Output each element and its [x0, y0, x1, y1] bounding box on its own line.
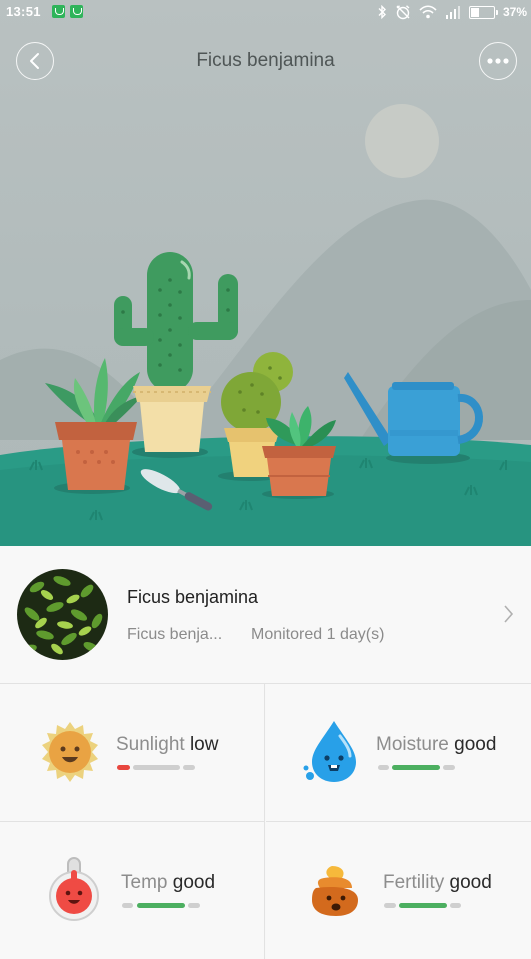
sunlight-name: Sunlight — [116, 734, 185, 755]
moisture-name: Moisture — [376, 734, 449, 755]
battery-level — [470, 7, 479, 17]
notification-icon — [52, 5, 65, 18]
temp-status: good — [172, 872, 216, 893]
fertility-label: Fertility good — [383, 872, 492, 894]
status-bar: 13:51 37% — [0, 0, 531, 24]
sunlight-status: low — [189, 734, 219, 755]
page-title: Ficus benjamina — [196, 50, 335, 71]
temp-metric[interactable]: Temp good — [0, 822, 265, 959]
fertility-status: good — [449, 872, 492, 893]
level-track — [384, 903, 396, 908]
sun-face-icon — [42, 722, 98, 782]
moisture-label: Moisture good — [376, 734, 496, 756]
battery-percent: 37% — [502, 5, 527, 19]
chevron-right-icon — [504, 605, 514, 623]
level-track — [378, 765, 389, 770]
plant-photo — [17, 569, 108, 660]
level-track — [443, 765, 455, 770]
level-track — [183, 765, 195, 770]
status-time: 13:51 — [6, 4, 41, 19]
monitored-duration: Monitored 1 day(s) — [251, 626, 385, 643]
fertility-name: Fertility — [383, 872, 445, 893]
fertilizer-face-icon — [312, 866, 358, 916]
level-track — [133, 765, 180, 770]
temp-label: Temp good — [121, 872, 215, 894]
thermometer-face-icon — [49, 857, 99, 921]
level-track — [450, 903, 461, 908]
plant-latin-name: Ficus benja... — [127, 626, 223, 643]
alarm-off-icon — [396, 5, 410, 20]
fertility-metric[interactable]: Fertility good — [266, 822, 531, 959]
sunlight-label: Sunlight low — [116, 734, 218, 756]
level-track — [122, 903, 133, 908]
plant-name: Ficus benjamina — [127, 587, 259, 607]
water-drop-face-icon — [303, 721, 356, 782]
level-track — [188, 903, 200, 908]
app-screen: 13:51 37% Ficus benjamina Ficus benjamin… — [0, 0, 531, 959]
sunlight-metric[interactable]: Sunlight low — [0, 684, 265, 822]
sun-shape — [365, 104, 439, 178]
more-options-button[interactable] — [479, 42, 517, 80]
wifi-icon — [419, 5, 437, 19]
temp-name: Temp — [121, 872, 168, 893]
fertility-level-bar — [399, 903, 447, 908]
sunlight-level-bar — [117, 765, 130, 770]
signal-icon — [445, 5, 460, 19]
bluetooth-icon — [378, 5, 386, 19]
notification-icon — [70, 5, 83, 18]
more-dots-icon — [487, 58, 509, 64]
status-indicators: 37% — [377, 3, 527, 21]
plant-scene-illustration: 13:51 37% Ficus benjamina — [0, 0, 531, 546]
plant-avatar — [17, 569, 108, 660]
battery-icon — [468, 5, 498, 19]
moisture-metric[interactable]: Moisture good — [266, 684, 531, 822]
moisture-level-bar — [392, 765, 440, 770]
garden-illustration — [0, 104, 531, 546]
moisture-status: good — [454, 734, 497, 755]
plant-info-card[interactable]: Ficus benjamina Ficus benja... Monitored… — [0, 546, 531, 684]
temp-level-bar — [137, 903, 185, 908]
